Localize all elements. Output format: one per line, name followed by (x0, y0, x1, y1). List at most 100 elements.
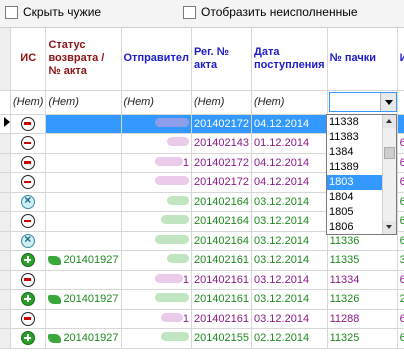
cell-status[interactable] (45, 211, 122, 232)
cell-sender[interactable] (121, 172, 192, 193)
cell-date[interactable]: 03.12.2014 (251, 231, 328, 251)
chevron-down-icon[interactable] (379, 93, 396, 111)
filter-sender[interactable]: (Нет) (121, 90, 192, 115)
row-indicator[interactable] (0, 114, 11, 134)
minus-status-icon[interactable] (21, 155, 36, 170)
cell-sender[interactable] (121, 133, 192, 154)
cell-date[interactable]: 03.12.2014 (251, 289, 328, 310)
plus-status-icon[interactable] (21, 331, 36, 346)
cell-status[interactable] (45, 114, 122, 134)
cell-is[interactable] (10, 211, 47, 232)
scroll-up-icon[interactable] (383, 115, 396, 128)
cell-sender[interactable] (121, 328, 192, 349)
cell-extra[interactable]: 6 (397, 153, 404, 173)
table-row[interactable]: 120140216103.12.2014113346 (0, 270, 404, 290)
cell-date[interactable]: 03.12.2014 (251, 211, 328, 232)
cell-status[interactable]: 201401927 (45, 250, 122, 271)
cell-status[interactable] (45, 309, 122, 329)
dropdown-option[interactable]: 1384 (327, 145, 383, 160)
col-header-reg[interactable]: Рег. № акта (191, 28, 253, 91)
cell-is[interactable] (10, 114, 47, 134)
dropdown-option[interactable]: 11389 (327, 160, 383, 175)
cell-reg[interactable]: 201402172 (191, 114, 253, 134)
table-row[interactable]: 201401927 20140215502.12.2014113256 (0, 328, 404, 349)
cross-status-icon[interactable] (21, 232, 36, 248)
cell-date[interactable]: 04.12.2014 (251, 114, 328, 134)
cell-is[interactable] (10, 153, 47, 173)
filter-extra[interactable] (397, 90, 404, 115)
cell-date[interactable]: 04.12.2014 (251, 172, 328, 193)
dropdown-scrollbar[interactable] (382, 115, 396, 234)
cell-sender[interactable] (121, 192, 192, 212)
dropdown-option[interactable]: 11383 (327, 130, 383, 145)
cell-is[interactable] (10, 289, 47, 310)
cell-reg[interactable]: 201402161 (191, 250, 253, 271)
cell-status[interactable]: 201401927 (45, 328, 122, 349)
cell-reg[interactable]: 201402161 (191, 309, 253, 329)
dropdown-option[interactable]: 11338 (327, 115, 383, 130)
cell-status[interactable] (45, 270, 122, 290)
minus-status-icon[interactable] (21, 136, 36, 151)
plus-status-icon[interactable] (21, 292, 36, 307)
cell-is[interactable] (10, 133, 47, 154)
minus-status-icon[interactable] (21, 116, 36, 131)
cell-sender[interactable] (121, 250, 192, 271)
table-row[interactable]: 201401927 20140216103.12.2014113353 (0, 250, 404, 271)
cell-is[interactable] (10, 270, 47, 290)
filter-reg[interactable]: (Нет) (191, 90, 253, 115)
minus-status-icon[interactable] (21, 214, 36, 229)
pack-combobox[interactable] (328, 92, 397, 112)
filter-status[interactable]: (Нет) (45, 90, 122, 115)
table-row[interactable]: 201401927 20140216103.12.2014113262 (0, 289, 404, 310)
cell-extra[interactable]: 6 (397, 309, 404, 329)
col-header-date[interactable]: Дата поступления (251, 28, 328, 91)
cell-date[interactable]: 02.12.2014 (251, 328, 328, 349)
cell-is[interactable] (10, 328, 47, 349)
row-indicator[interactable] (0, 309, 11, 329)
row-indicator[interactable] (0, 133, 11, 154)
row-indicator[interactable] (0, 172, 11, 193)
cross-status-icon[interactable] (21, 193, 36, 209)
col-header-is[interactable]: ИС (10, 28, 47, 91)
cell-reg[interactable]: 201402172 (191, 153, 253, 173)
cell-sender[interactable] (121, 211, 192, 232)
cell-is[interactable] (10, 172, 47, 193)
cell-reg[interactable]: 201402161 (191, 270, 253, 290)
cell-reg[interactable]: 201402161 (191, 289, 253, 310)
plus-status-icon[interactable] (21, 253, 36, 268)
cell-status[interactable] (45, 133, 122, 154)
cell-reg[interactable]: 201402164 (191, 211, 253, 232)
cell-pack[interactable]: 11325 (327, 328, 398, 349)
show-unfulfilled-checkbox[interactable]: Отобразить неисполненные (183, 5, 358, 19)
minus-status-icon[interactable] (21, 272, 36, 287)
cell-reg[interactable]: 201402143 (191, 133, 253, 154)
row-indicator[interactable] (0, 192, 11, 212)
cell-pack[interactable]: 11334 (327, 270, 398, 290)
dropdown-option[interactable]: 1803 (327, 175, 383, 190)
row-indicator[interactable] (0, 250, 11, 271)
cell-pack[interactable]: 11335 (327, 250, 398, 271)
filter-is[interactable]: (Нет) (10, 90, 47, 115)
cell-extra[interactable]: 3 (397, 250, 404, 271)
cell-status[interactable] (45, 153, 122, 173)
row-indicator[interactable] (0, 231, 11, 251)
dropdown-option[interactable]: 1806 (327, 220, 383, 234)
row-indicator[interactable] (0, 211, 11, 232)
scroll-thumb[interactable] (384, 147, 395, 159)
row-indicator[interactable] (0, 270, 11, 290)
cell-is[interactable] (10, 309, 47, 329)
cell-date[interactable]: 04.12.2014 (251, 153, 328, 173)
cell-extra[interactable]: 6 (397, 133, 404, 154)
cell-sender[interactable] (121, 231, 192, 251)
cell-pack[interactable]: 11288 (327, 309, 398, 329)
cell-sender[interactable]: 1 (121, 153, 192, 173)
col-header-status[interactable]: Статус возврата / № акта (45, 28, 122, 91)
scroll-down-icon[interactable] (383, 221, 396, 234)
cell-status[interactable]: 201401927 (45, 289, 122, 310)
col-header-extra[interactable]: И (397, 28, 404, 91)
cell-sender[interactable] (121, 114, 192, 134)
row-indicator[interactable] (0, 289, 11, 310)
hide-foreign-checkbox[interactable]: Скрыть чужие (5, 5, 101, 19)
pack-dropdown-list[interactable]: 11338 11383 1384 11389 1803 1804 1805 1806 (326, 114, 397, 235)
row-indicator[interactable] (0, 328, 11, 349)
